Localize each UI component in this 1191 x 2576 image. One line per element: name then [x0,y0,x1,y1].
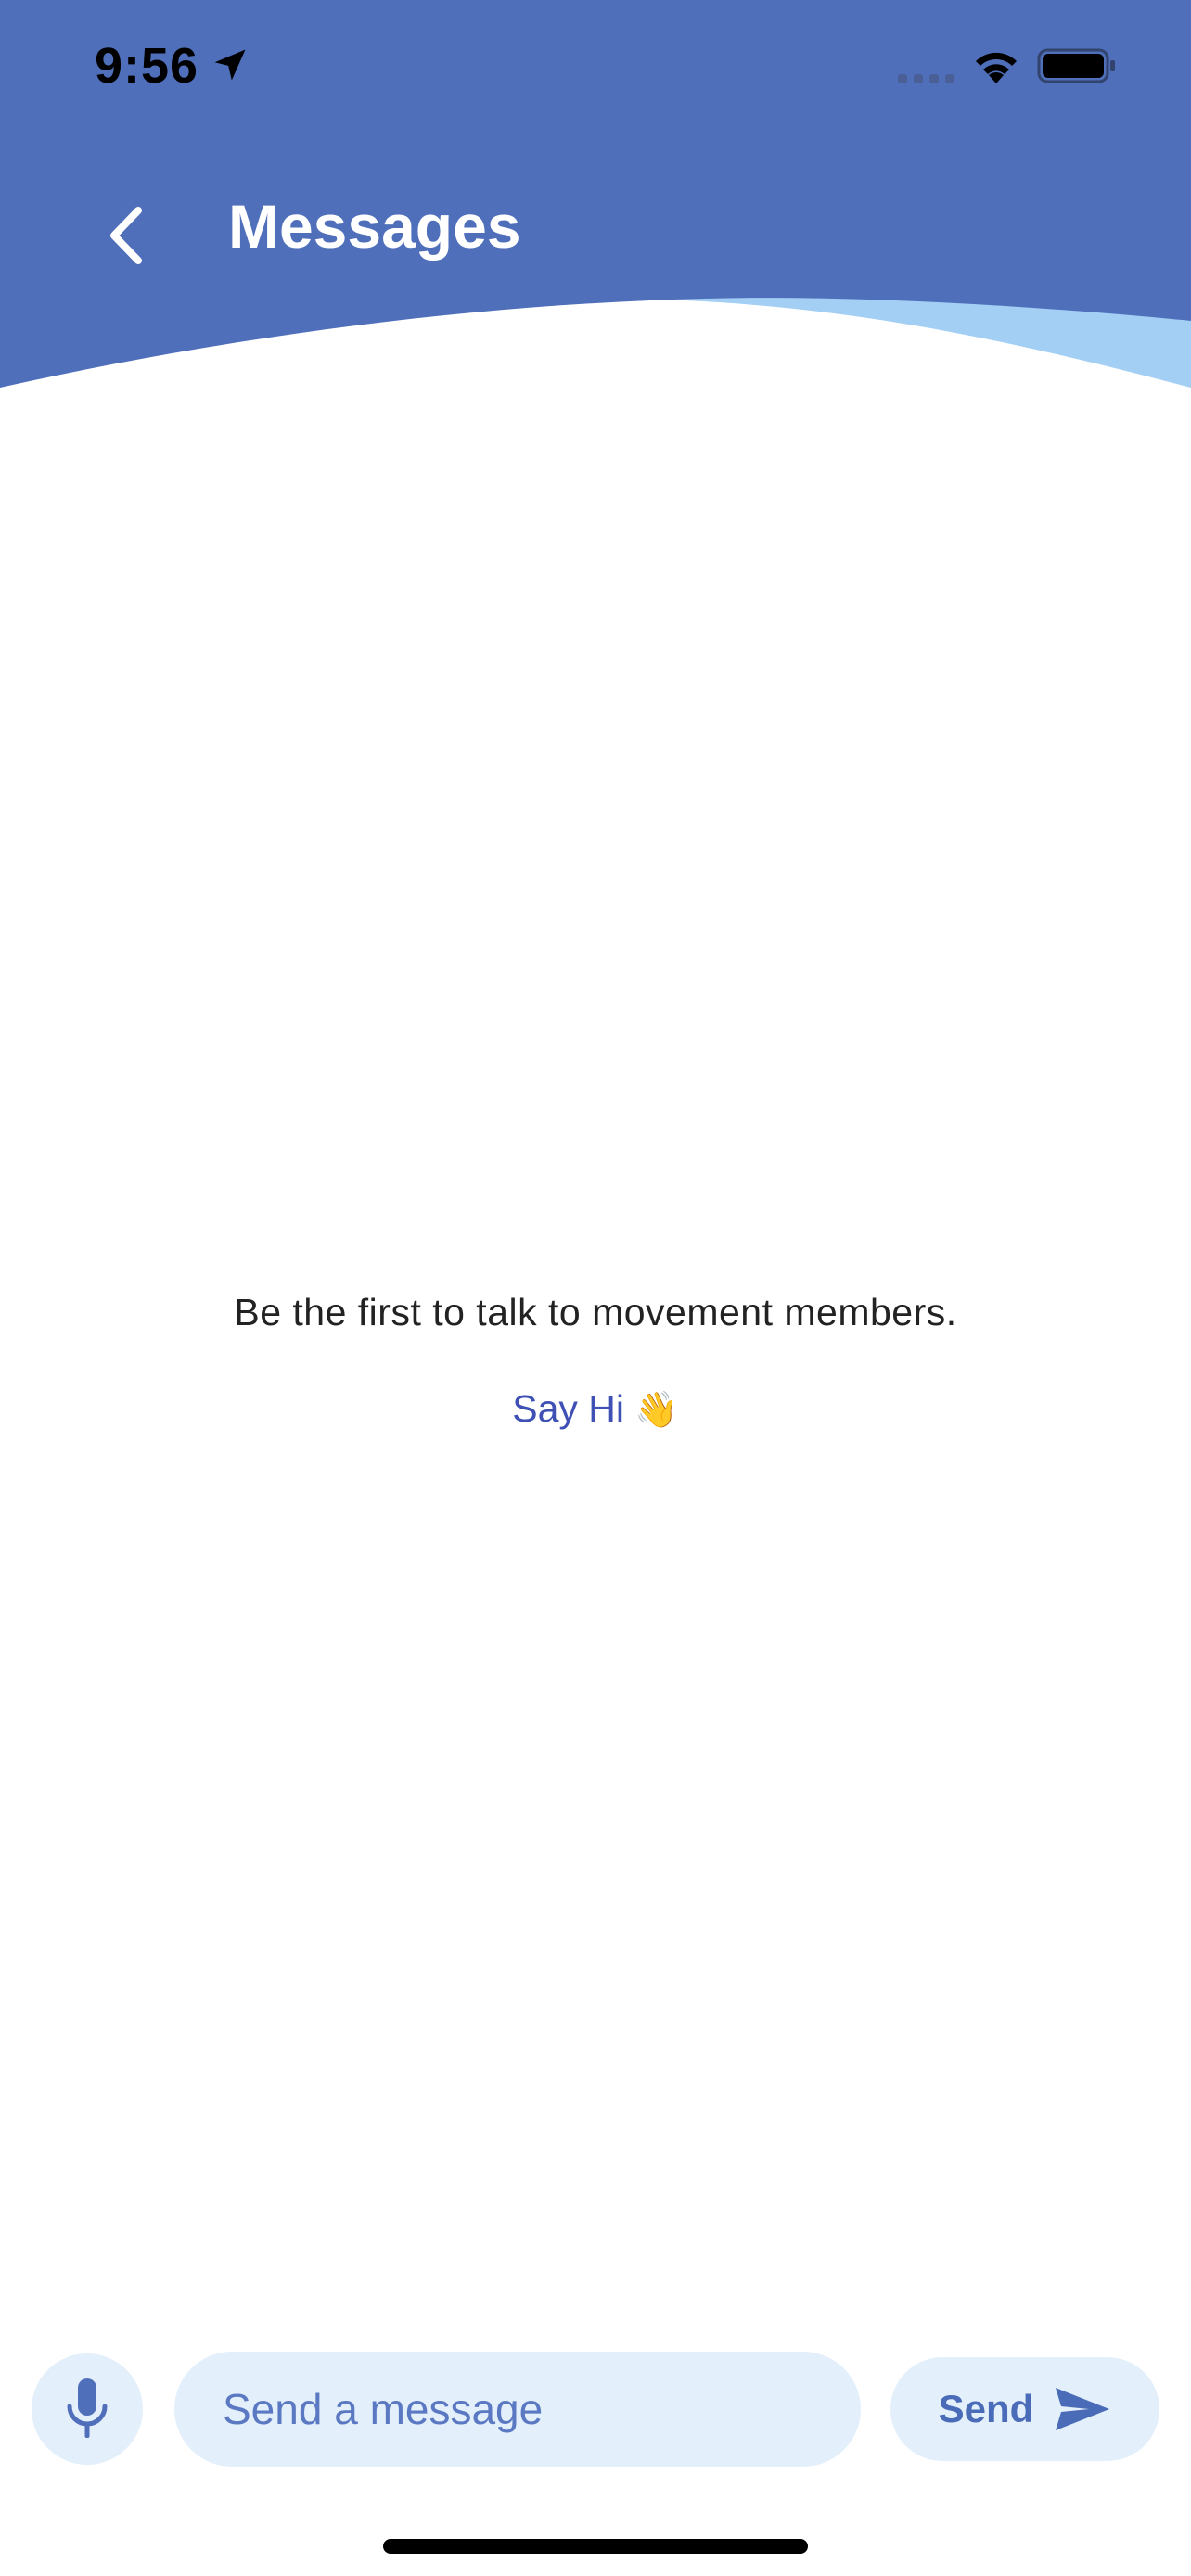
microphone-icon [67,2378,108,2438]
page-title: Messages [228,192,521,261]
wifi-icon [976,52,1017,83]
waving-hand-icon: 👋 [634,1391,679,1430]
paper-plane-icon [1056,2388,1110,2430]
location-arrow-icon [214,49,246,81]
say-hi-link[interactable]: Say Hi 👋 [0,1387,1191,1431]
send-button-label: Send [938,2387,1034,2430]
battery-icon [1037,48,1115,83]
microphone-button[interactable] [32,2353,143,2465]
send-button[interactable]: Send [890,2357,1159,2461]
status-bar-time: 9:56 [95,38,199,94]
messages-screen: 9:56 Messages Be the first to talk to mo… [0,0,1191,2576]
home-indicator [383,2539,808,2554]
back-button[interactable] [93,198,158,273]
say-hi-label: Say Hi [512,1387,625,1430]
chevron-left-icon [110,207,142,264]
message-input[interactable] [174,2352,861,2467]
cellular-signal-icon [898,74,954,83]
empty-state-message: Be the first to talk to movement members… [234,1291,957,1333]
